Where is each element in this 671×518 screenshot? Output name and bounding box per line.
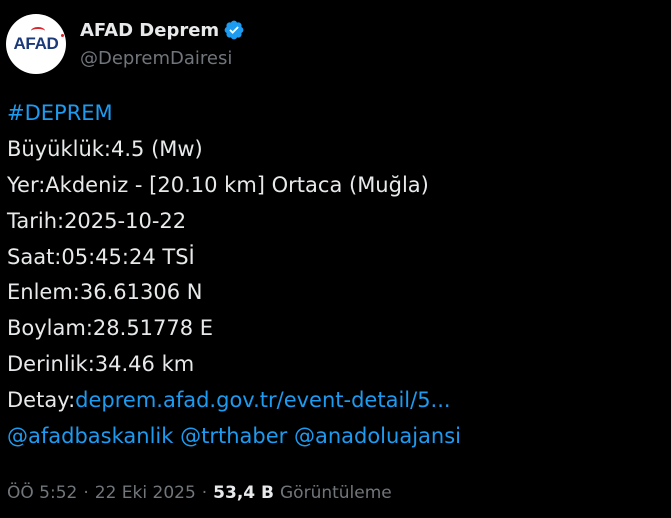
post-date[interactable]: 22 Eki 2025 [95, 483, 196, 503]
views-count[interactable]: 53,4 B [213, 483, 274, 503]
detail-label: Detay: [7, 388, 76, 413]
meta-separator: · [83, 483, 89, 503]
latitude-line: Enlem:36.61306 N [7, 280, 203, 305]
verified-badge-icon[interactable] [223, 19, 245, 41]
tweet-meta: ÖÖ 5:52 · 22 Eki 2025 · 53,4 B Görüntüle… [7, 483, 392, 503]
tweet-body: #DEPREM Büyüklük:4.5 (Mw) Yer:Akdeniz - … [7, 96, 461, 455]
hashtag-line: #DEPREM [7, 96, 461, 132]
views-label: Görüntüleme [280, 483, 392, 503]
tweet: AFAD AFAD Deprem @DepremDairesi #DEPREM … [0, 0, 671, 518]
meta-separator: · [201, 483, 208, 503]
logo-dot [60, 34, 64, 37]
avatar[interactable]: AFAD [6, 14, 66, 74]
time-line: Saat:05:45:24 TSİ [7, 244, 195, 269]
afad-logo: AFAD [13, 27, 64, 54]
display-name[interactable]: AFAD Deprem [80, 20, 219, 41]
mention-afadbaskanlik[interactable]: @afadbaskanlik [7, 424, 173, 448]
longitude-line: Boylam:28.51778 E [7, 316, 214, 341]
date-line: Tarih:2025-10-22 [7, 208, 187, 233]
avatar-text: AFAD [13, 34, 59, 53]
detail-line: Detay:deprem.afad.gov.tr/event-detail/5.… [7, 383, 461, 419]
post-time[interactable]: ÖÖ 5:52 [7, 483, 77, 503]
hashtag-link[interactable]: #DEPREM [7, 101, 113, 125]
magnitude-line: Büyüklük:4.5 (Mw) [7, 136, 203, 161]
mentions-line: @afadbaskanlik @trthaber @anadoluajansi [7, 419, 461, 455]
location-line: Yer:Akdeniz - [20.10 km] Ortaca (Muğla) [7, 172, 429, 197]
detail-link[interactable]: deprem.afad.gov.tr/event-detail/5... [75, 388, 450, 412]
mention-anadoluajansi[interactable]: @anadoluajansi [294, 424, 461, 448]
display-name-row: AFAD Deprem [80, 17, 245, 43]
user-handle[interactable]: @DepremDairesi [80, 48, 245, 69]
depth-line: Derinlik:34.46 km [7, 352, 195, 377]
logo-swoosh [31, 27, 46, 35]
tweet-header: AFAD Deprem @DepremDairesi [80, 17, 245, 69]
mention-trthaber[interactable]: @trthaber [180, 424, 287, 448]
